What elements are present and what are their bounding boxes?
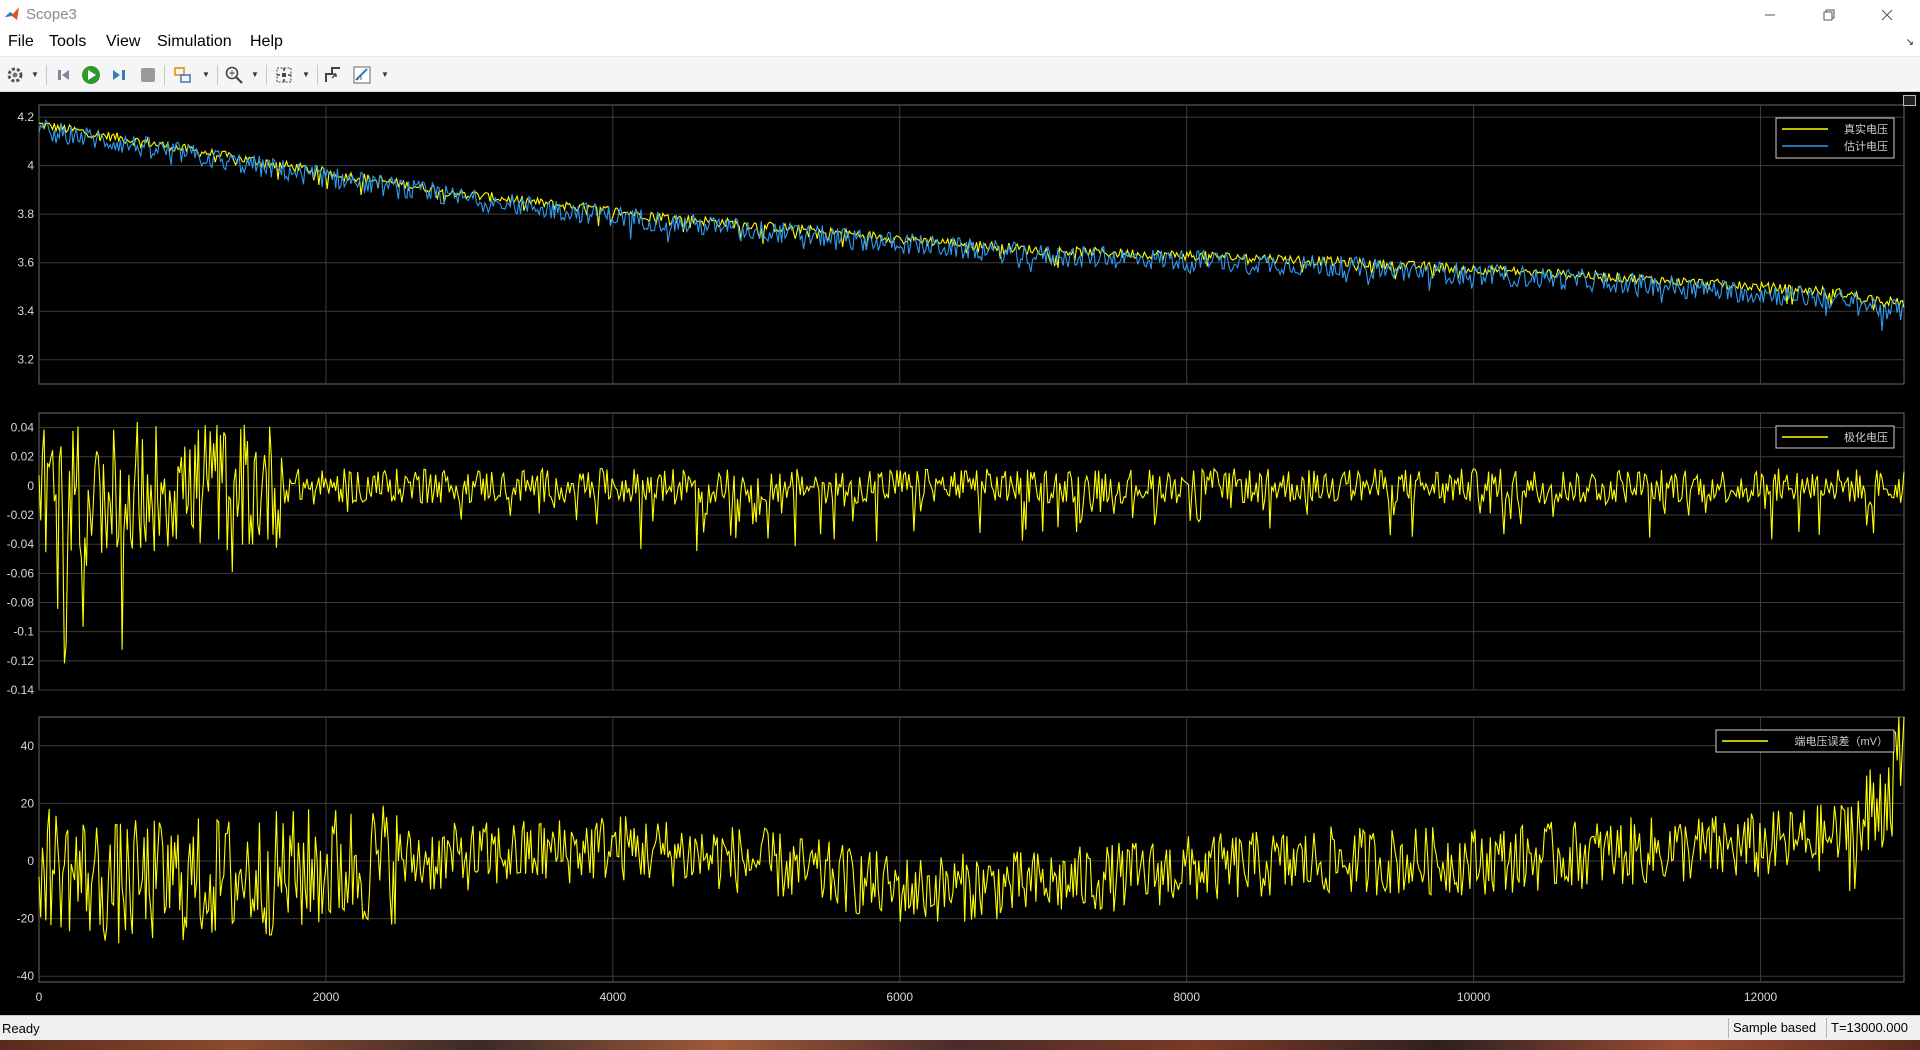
settings-dropdown-icon[interactable]: ▼ — [31, 70, 39, 79]
menu-tools[interactable]: Tools — [49, 33, 86, 51]
scope-panel-2: 0.04 0.02 0 -0.02 -0.04 -0.06 -0.08 -0.1 -0.12 -0… — [7, 412, 1905, 697]
menu-bar: File Tools View Simulation Help ↘ — [0, 29, 1920, 56]
step-forward-icon — [113, 70, 125, 80]
legend: 极化电压 — [1775, 425, 1895, 449]
step-forward-button[interactable] — [108, 64, 130, 86]
y-tick-label: 20 — [21, 796, 35, 810]
menu-view[interactable]: View — [106, 33, 140, 51]
x-tick-label: 6000 — [886, 990, 913, 1004]
y-tick-label: -0.02 — [7, 508, 35, 522]
step-back-icon — [58, 70, 69, 80]
desktop-background-strip — [0, 1040, 1920, 1050]
y-tick-label: 3.2 — [17, 353, 34, 367]
y-tick-label: -0.14 — [7, 683, 35, 697]
y-tick-label: 4 — [27, 159, 34, 173]
x-tick-label: 10000 — [1457, 990, 1491, 1004]
toolbar-separator — [266, 65, 267, 85]
minimize-icon — [1765, 14, 1775, 15]
sample-mode-label: Sample based — [1728, 1018, 1824, 1038]
axes-frame — [38, 412, 1905, 691]
y-tick-label: 0 — [27, 854, 34, 868]
measurements-dropdown-icon[interactable]: ▼ — [381, 70, 389, 79]
x-tick-label: 0 — [36, 990, 43, 1004]
y-tick-label: 0.02 — [11, 450, 35, 464]
legend-label: 真实电压 — [1844, 122, 1888, 136]
y-tick-label: 0.04 — [11, 421, 35, 435]
scope-panel-3: 40200-20-400 2000 4000 6000 8000 10000 12000端电… — [17, 716, 1905, 1004]
zoom-dropdown-icon[interactable]: ▼ — [251, 70, 259, 79]
trigger-icon — [325, 67, 340, 82]
x-tick-label: 8000 — [1173, 990, 1200, 1004]
settings-icon — [7, 67, 23, 83]
toolbar: ▼ ▼ ▼ ▼ ▼ — [0, 56, 1920, 92]
minimize-button[interactable] — [1747, 0, 1793, 29]
matlab-icon — [5, 7, 19, 20]
toolbar-separator — [164, 65, 165, 85]
scope-panel-1: 4.2 4 3.8 3.6 3.4 3.2 真实电压估计电压 — [17, 104, 1905, 385]
y-tick-label: -40 — [17, 969, 35, 983]
title-bar: Scope3 — [0, 0, 1920, 29]
run-icon — [82, 66, 100, 84]
toolbar-separator — [217, 65, 218, 85]
x-tick-label: 12000 — [1744, 990, 1778, 1004]
menu-file[interactable]: File — [8, 33, 34, 51]
run-button[interactable] — [80, 64, 102, 86]
legend-label: 估计电压 — [1844, 140, 1888, 153]
y-tick-label: -20 — [17, 912, 35, 926]
legend: 真实电压估计电压 — [1775, 117, 1895, 159]
menu-help[interactable]: Help — [250, 33, 283, 51]
zoom-icon — [225, 66, 243, 84]
simulation-time-label: T=13000.000 — [1826, 1018, 1920, 1038]
autoscale-dropdown-icon[interactable]: ▼ — [302, 70, 310, 79]
y-tick-label: 3.8 — [17, 207, 34, 221]
legend-label: 端电压误差（mV） — [1795, 734, 1889, 748]
y-tick-label: 0 — [27, 479, 34, 493]
y-tick-label: -0.06 — [7, 566, 35, 580]
legend-label: 极化电压 — [1844, 430, 1888, 444]
toolbar-separator — [46, 65, 47, 85]
stop-icon — [141, 68, 155, 82]
dock-arrow-icon[interactable]: ↘ — [1906, 37, 1914, 48]
settings-button[interactable] — [4, 64, 26, 86]
toolbar-separator — [317, 65, 318, 85]
y-tick-label: 4.2 — [17, 110, 34, 124]
restore-icon — [1823, 9, 1835, 20]
stop-button[interactable] — [137, 64, 159, 86]
step-back-button[interactable] — [53, 64, 75, 86]
window-title: Scope3 — [26, 6, 77, 23]
highlight-block-icon — [174, 67, 191, 83]
y-tick-label: -0.04 — [7, 537, 35, 551]
trigger-button[interactable] — [322, 64, 344, 86]
autoscale-icon — [276, 67, 292, 83]
y-tick-label: 3.6 — [17, 256, 34, 270]
close-button[interactable] — [1864, 0, 1910, 29]
axes-frame — [38, 716, 1905, 983]
close-icon — [1881, 9, 1893, 20]
measurements-button[interactable] — [351, 64, 373, 86]
y-tick-label: -0.12 — [7, 654, 35, 668]
scope-plot-area: 4.2 4 3.8 3.6 3.4 3.2 真实电压估计电压 0.04 0.02 0 -0.02 -0… — [0, 92, 1920, 1015]
y-tick-label: 3.4 — [17, 304, 34, 318]
restore-button[interactable] — [1806, 0, 1852, 29]
y-tick-label: 40 — [21, 739, 35, 753]
y-tick-label: -0.08 — [7, 596, 35, 610]
x-tick-label: 2000 — [313, 990, 340, 1004]
highlight-dropdown-icon[interactable]: ▼ — [202, 70, 210, 79]
x-tick-label: 4000 — [599, 990, 626, 1004]
scope-plots: 4.2 4 3.8 3.6 3.4 3.2 真实电压估计电压 0.04 0.02 0 -0.02 -0… — [7, 104, 1905, 1004]
legend: 端电压误差（mV） — [1715, 729, 1895, 753]
measurements-icon — [353, 66, 371, 84]
highlight-block-button[interactable] — [172, 64, 194, 86]
menu-simulation[interactable]: Simulation — [157, 33, 232, 51]
status-bar: Ready Sample based T=13000.000 — [0, 1015, 1920, 1040]
undock-icon[interactable] — [1903, 95, 1916, 106]
zoom-button[interactable] — [223, 64, 245, 86]
autoscale-button[interactable] — [273, 64, 295, 86]
status-text: Ready — [2, 1021, 40, 1036]
y-tick-label: -0.1 — [13, 625, 34, 639]
